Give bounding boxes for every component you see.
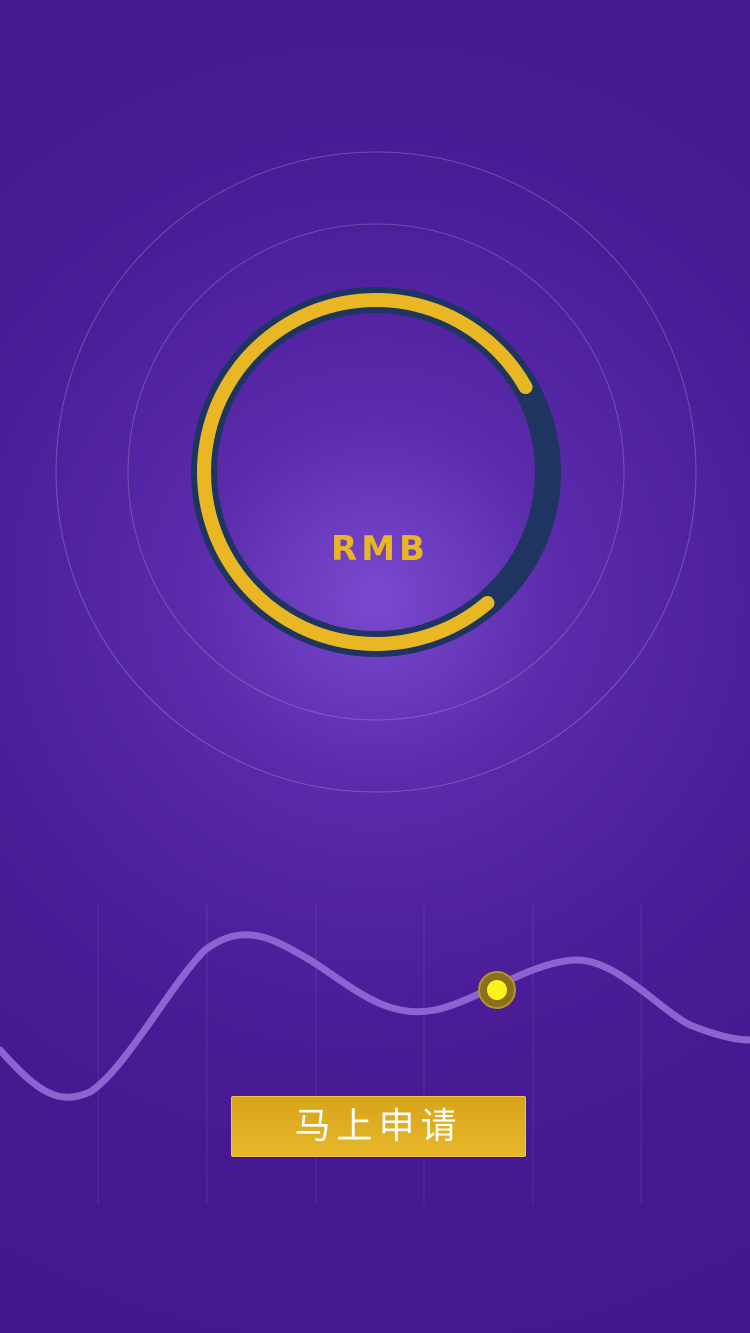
wave-gridlines (97, 905, 642, 1205)
progress-arc (197, 293, 533, 651)
wave-line (0, 931, 750, 1101)
marker-dot (487, 980, 507, 1000)
progress-ring (191, 287, 561, 657)
wave-marker (478, 971, 516, 1009)
apply-now-button[interactable]: 马上申请 (231, 1096, 526, 1157)
currency-label: RMB (331, 529, 429, 569)
outer-halo-ring (55, 151, 697, 793)
